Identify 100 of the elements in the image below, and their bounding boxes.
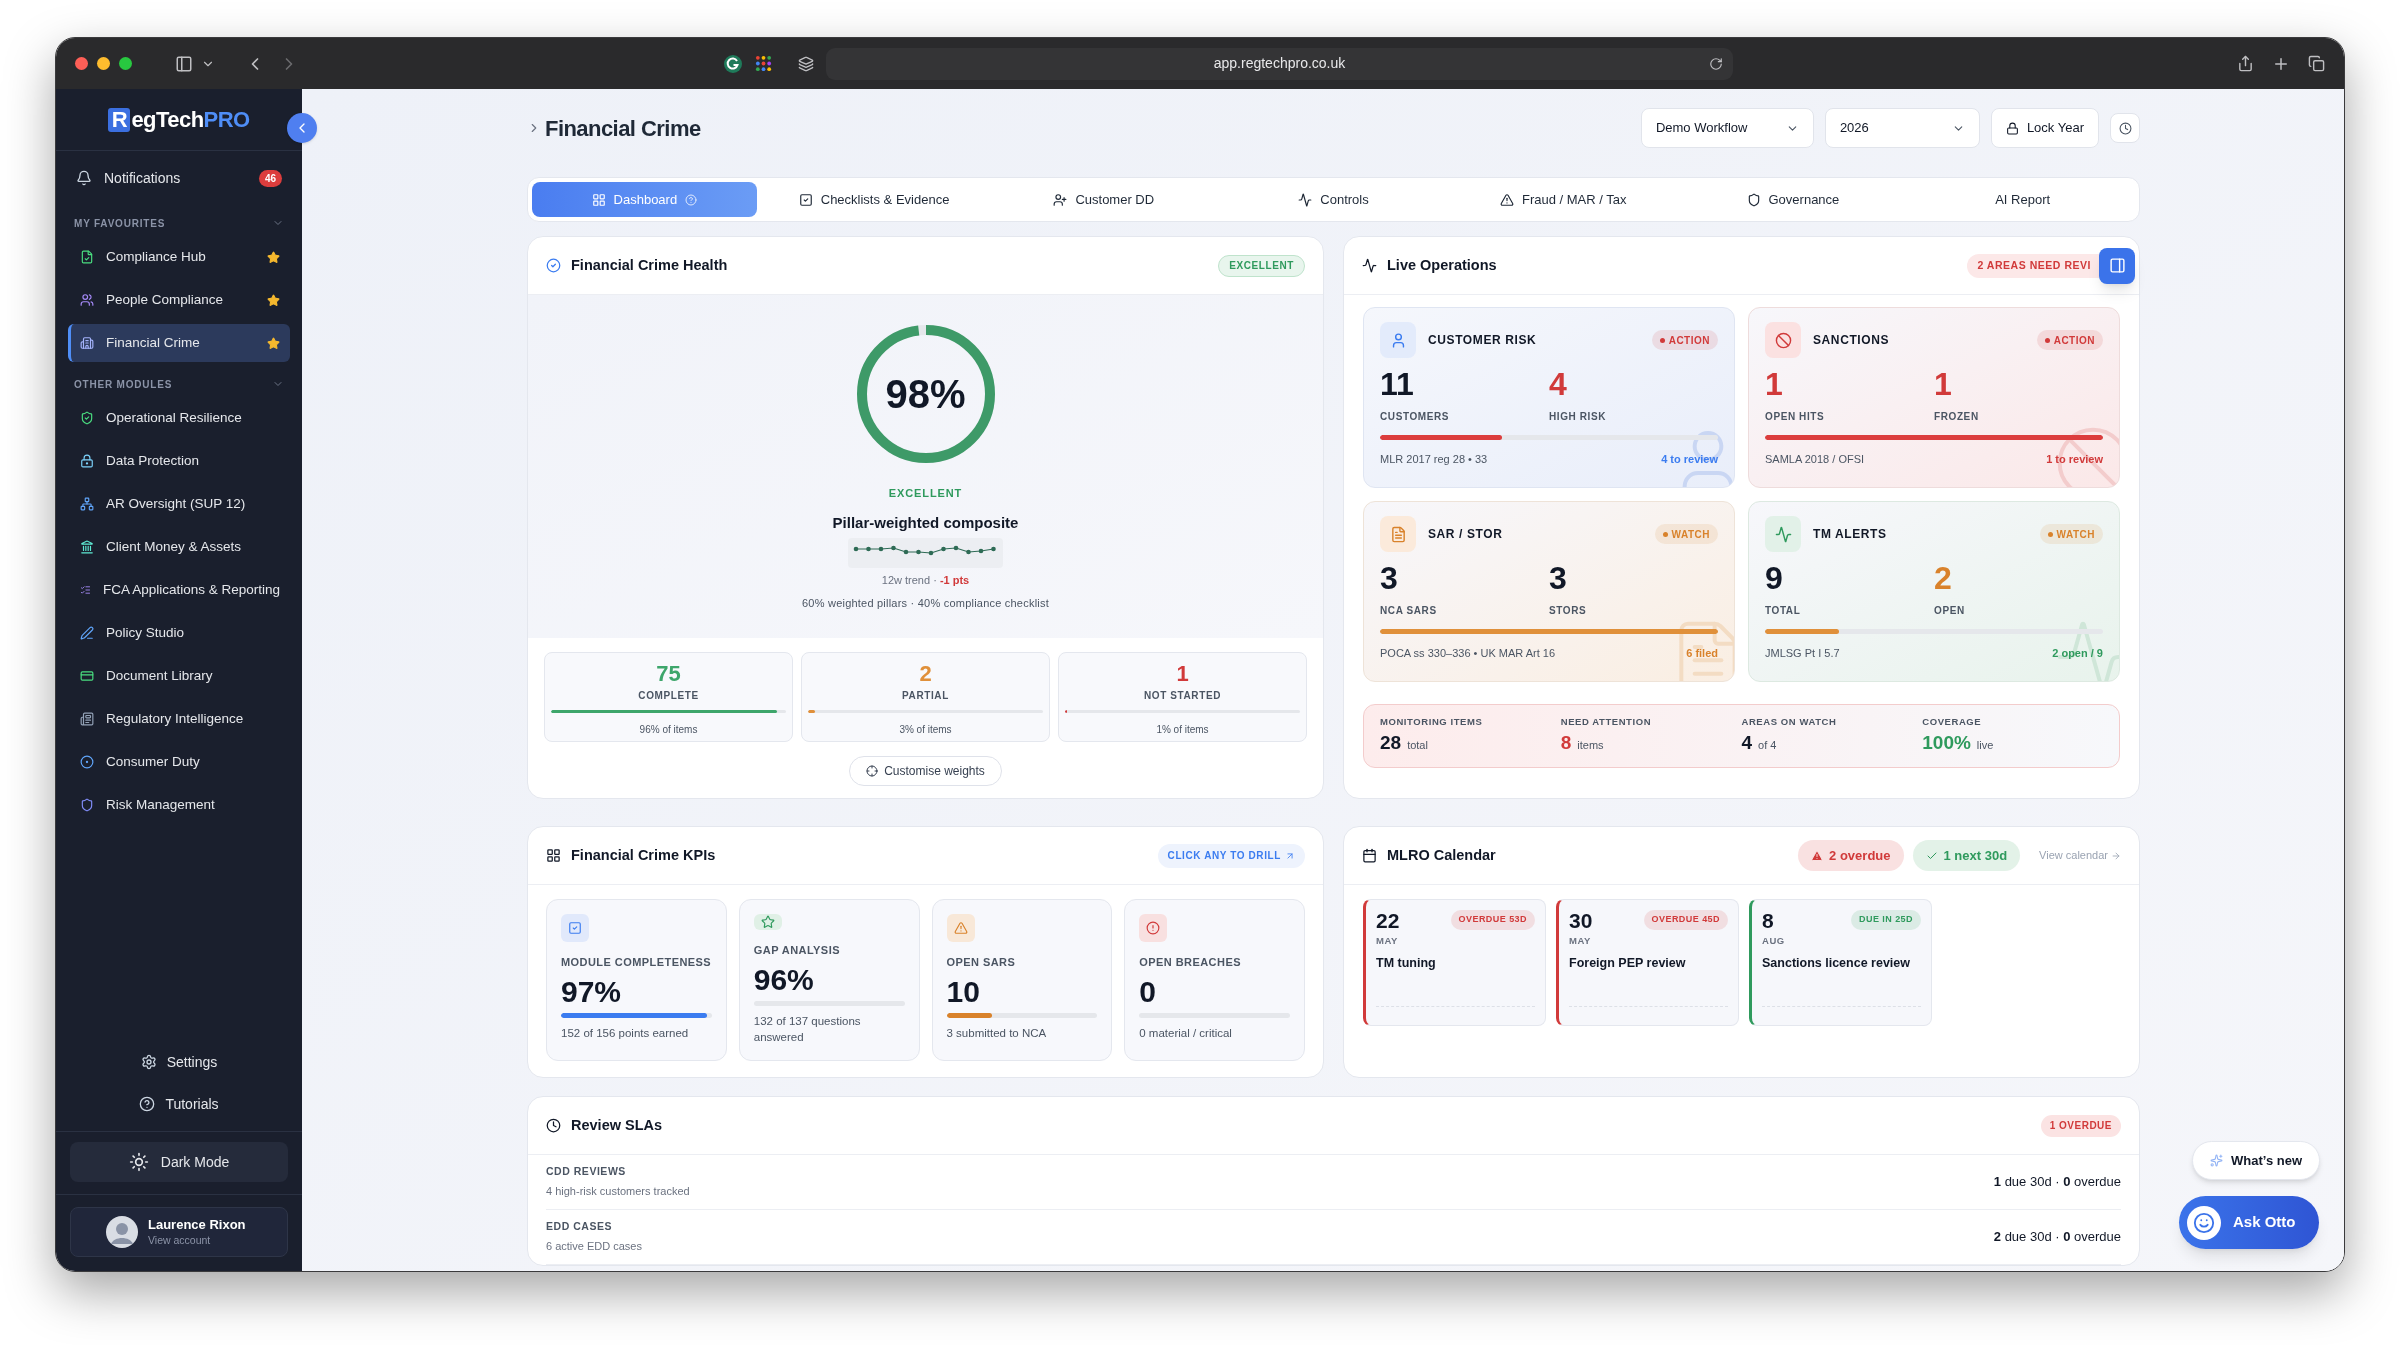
score-value: 98%	[885, 374, 966, 414]
tab[interactable]: Governance	[1680, 182, 1906, 217]
panel-toggle-button[interactable]	[2099, 247, 2135, 284]
reader-icon[interactable]	[798, 55, 814, 72]
sidebar-item[interactable]: People Compliance	[68, 281, 290, 319]
status-badge: WATCH	[2039, 524, 2103, 544]
operation-card[interactable]: TM ALERTS WATCH 9 TOTAL 2 OPEN JMLSG Pt I 5.7 2 open / 9	[1748, 501, 2120, 682]
sidebar-item[interactable]: Regulatory Intelligence	[68, 700, 290, 738]
section-header[interactable]: MY FAVOURITES	[68, 215, 290, 231]
dark-mode-button[interactable]: Dark Mode	[70, 1142, 288, 1182]
star-icon[interactable]	[267, 293, 280, 307]
tab[interactable]: Checklists & Evidence	[761, 182, 987, 217]
metric-label: TOTAL	[1765, 604, 1802, 618]
people-icon	[80, 293, 94, 307]
calendar-event[interactable]: 30 MAY OVERDUE 45D Foreign PEP review	[1556, 899, 1739, 1026]
score-note: 60% weighted pillars · 40% compliance checklist	[802, 595, 1049, 611]
reload-icon[interactable]	[1709, 56, 1723, 71]
stat-value: 1	[1176, 660, 1189, 688]
stat-caption: 3% of items	[899, 722, 952, 737]
summary-unit: total	[1407, 737, 1428, 753]
calendar-event[interactable]: 8 AUG DUE IN 25D Sanctions licence review	[1749, 899, 1932, 1026]
sla-summary: 2 due 30d · 0 overdue	[1993, 1228, 2121, 1247]
sidebar-item[interactable]: Policy Studio	[68, 614, 290, 652]
metric-label: STORS	[1549, 604, 1588, 618]
card-title: Review SLAs	[571, 1115, 663, 1135]
sidebar-link[interactable]: Settings	[130, 1043, 228, 1081]
bell-icon	[76, 170, 92, 186]
calendar-icon	[1362, 848, 1377, 863]
arrow-right-icon	[2111, 850, 2121, 861]
operation-title: SANCTIONS	[1813, 332, 1891, 349]
operation-card[interactable]: SANCTIONS ACTION 1 OPEN HITS 1 FROZEN SAMLA 2018 / OFSI 1 to review	[1748, 307, 2120, 488]
smiley-icon	[2187, 1205, 2221, 1240]
metric-value: 3	[1549, 562, 1568, 594]
address-bar[interactable]: app.regtechpro.co.uk	[826, 47, 1733, 80]
settings-icon	[140, 1054, 157, 1070]
ask-assistant-button[interactable]: Ask Otto	[2179, 1196, 2319, 1249]
event-day: 30	[1569, 910, 1593, 931]
year-select[interactable]: 2026	[1824, 108, 1980, 148]
operation-card[interactable]: CUSTOMER RISK ACTION 11 CUSTOMERS 4 HIGH RISK MLR 2017 reg 28 • 33 4 to review	[1363, 307, 1735, 488]
sidebar-item[interactable]: FCA Applications & Reporting	[68, 571, 290, 609]
sidebar-item[interactable]: Client Money & Assets	[68, 528, 290, 566]
workflow-select[interactable]: Demo Workflow	[1640, 108, 1814, 148]
customise-weights-button[interactable]: Customise weights	[849, 756, 1002, 786]
stat-value: 2	[919, 660, 932, 688]
metric-label: NCA SARS	[1380, 604, 1438, 618]
calendar-event[interactable]: 22 MAY OVERDUE 53D TM tuning	[1363, 899, 1546, 1026]
close-window-button[interactable]	[75, 57, 88, 70]
summary-unit: items	[1577, 737, 1604, 753]
whats-new-button[interactable]: What’s new	[2192, 1141, 2320, 1180]
sidebar-link[interactable]: Tutorials	[129, 1085, 229, 1123]
tab[interactable]: Controls	[1221, 182, 1446, 217]
avatar	[106, 1216, 138, 1248]
page-title: Financial Crime	[545, 114, 701, 143]
extension-icon[interactable]	[723, 53, 743, 74]
sidebar-item[interactable]: Financial Crime	[68, 324, 290, 362]
tab[interactable]: Customer DD	[991, 182, 1217, 217]
trend-caption: 12w trend · -1 pts	[881, 573, 970, 588]
regulation-reference: JMLSG Pt I 5.7	[1765, 646, 1840, 661]
kpi-tile[interactable]: OPEN SARS 10 3 submitted to NCA	[931, 899, 1113, 1061]
sidebar-item[interactable]: Document Library	[68, 657, 290, 695]
metric-value: 9	[1765, 562, 1784, 594]
operation-card[interactable]: SAR / STOR WATCH 3 NCA SARS 3 STORS POCA ss 330–336 • UK MAR Art 16 6 filed	[1363, 501, 1735, 682]
crosshair-icon	[866, 765, 879, 777]
tabs-overview-icon[interactable]	[2308, 55, 2325, 72]
kpi-label: GAP ANALYSIS	[753, 943, 841, 959]
sla-summary: 1 due 30d · 0 overdue	[1993, 1173, 2121, 1192]
notifications-item[interactable]: Notifications 46	[68, 159, 290, 197]
event-day: 8	[1762, 910, 1785, 931]
apps-grid-icon[interactable]	[755, 55, 772, 72]
summary-value: 100%	[1922, 730, 1971, 755]
star-icon[interactable]	[267, 250, 280, 264]
kpi-value: 97%	[561, 973, 623, 1010]
tab[interactable]: AI Report	[1910, 182, 2135, 217]
sidebar-item[interactable]: AR Oversight (SUP 12)	[68, 485, 290, 523]
drill-button[interactable]: CLICK ANY TO DRILL	[1157, 843, 1305, 868]
kpi-tile[interactable]: MODULE COMPLETENESS 97% 152 of 156 points earned	[546, 899, 727, 1061]
sidebar-item[interactable]: Compliance Hub	[68, 238, 290, 276]
review-link[interactable]: 1 to review	[2046, 451, 2103, 468]
minimize-window-button[interactable]	[97, 57, 110, 70]
lock-icon	[2005, 121, 2019, 135]
sidebar-toggle-icon[interactable]	[175, 54, 193, 73]
maximize-window-button[interactable]	[119, 57, 132, 70]
account-button[interactable]: Laurence Rixon View account	[70, 1207, 288, 1257]
metric-value: 4	[1549, 368, 1568, 400]
star-icon[interactable]	[267, 336, 280, 350]
kpi-tile[interactable]: OPEN BREACHES 0 0 material / critical	[1124, 899, 1305, 1061]
metric-label: FROZEN	[1934, 410, 1980, 424]
section-header[interactable]: OTHER MODULES	[68, 376, 290, 392]
sidebar-item[interactable]: Risk Management	[68, 786, 290, 824]
collapse-sidebar-button[interactable]	[287, 113, 317, 143]
arrow-up-right-icon	[1285, 850, 1295, 861]
tab[interactable]: Fraud / MAR / Tax	[1450, 182, 1676, 217]
sidebar-item[interactable]: Data Protection	[68, 442, 290, 480]
sidebar-item[interactable]: Consumer Duty	[68, 743, 290, 781]
lock-year-button[interactable]: Lock Year	[1990, 108, 2099, 148]
sidebar-item[interactable]: Operational Resilience	[68, 399, 290, 437]
history-button[interactable]	[2110, 113, 2140, 143]
metric-label: OPEN	[1934, 604, 1966, 618]
share-icon[interactable]	[2237, 55, 2254, 72]
kpi-tile[interactable]: GAP ANALYSIS 96% 132 of 137 questions answered	[738, 899, 920, 1061]
